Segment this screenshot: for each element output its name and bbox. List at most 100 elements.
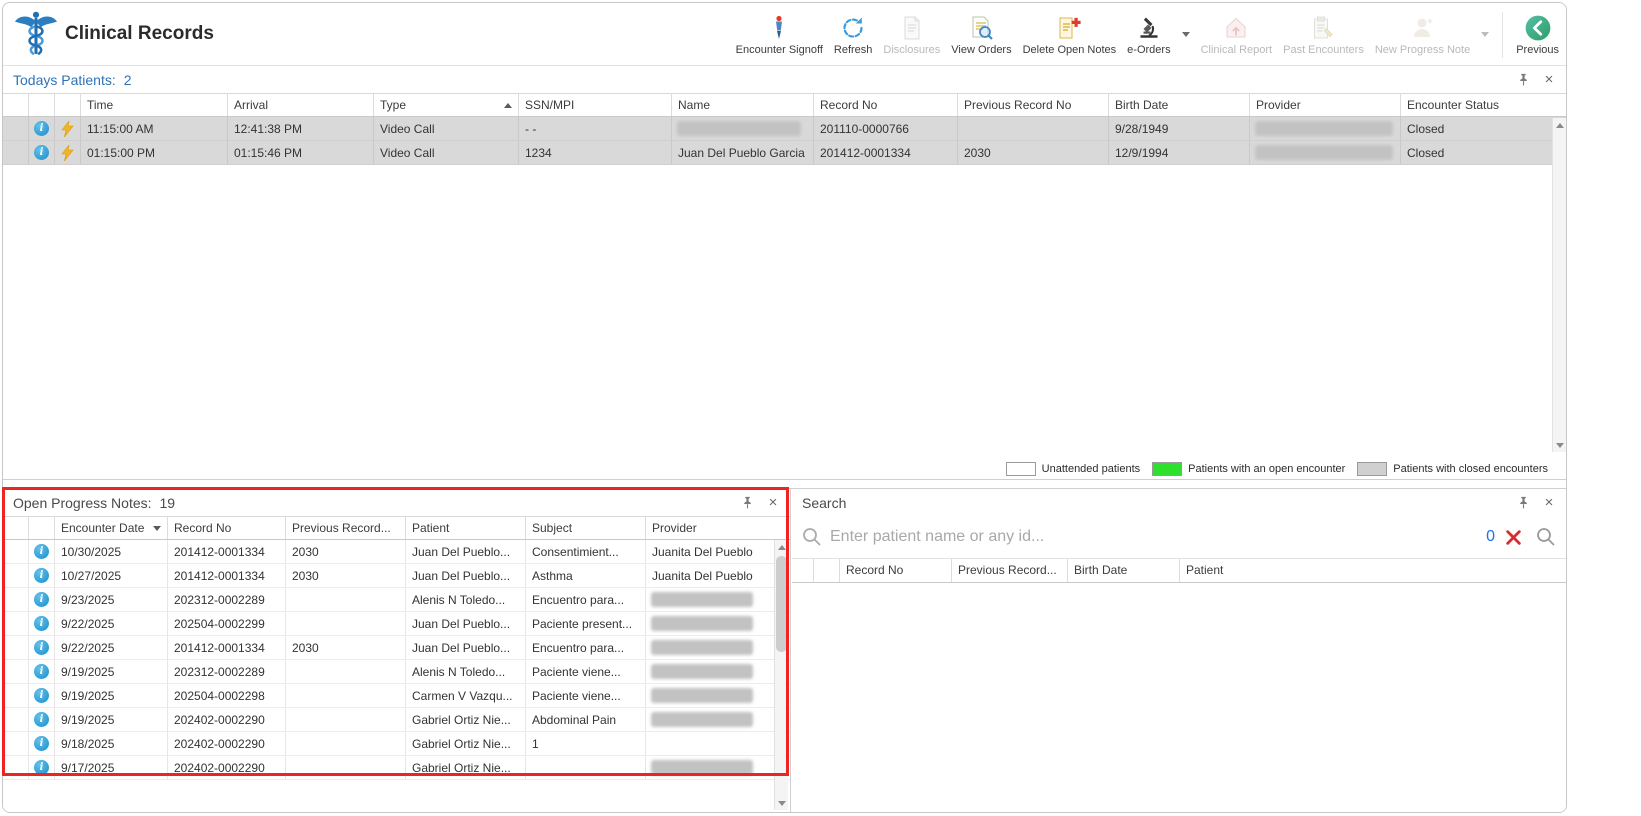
view-orders-button[interactable]: View Orders — [950, 12, 1012, 58]
column-header-record-no[interactable]: Record No — [168, 517, 286, 539]
progress-note-row[interactable]: 9/23/2025 202312-0002289 Alenis N Toledo… — [3, 588, 790, 612]
search-bar: 0 — [792, 516, 1566, 559]
note-info-icon[interactable] — [34, 592, 49, 607]
close-icon[interactable] — [1542, 73, 1556, 87]
column-header-patient[interactable]: Patient — [406, 517, 526, 539]
open-progress-notes-count: 19 — [159, 494, 176, 511]
progress-note-row[interactable]: 9/22/2025 202504-0002299 Juan Del Pueblo… — [3, 612, 790, 636]
pin-icon[interactable] — [1517, 496, 1530, 509]
e-orders-dropdown-caret[interactable] — [1181, 32, 1190, 37]
cell-encounter-date: 9/18/2025 — [55, 732, 168, 755]
cell-patient: Alenis N Toledo... — [406, 588, 526, 611]
clinical-report-button[interactable]: Clinical Report — [1200, 12, 1274, 58]
e-orders-microscope-icon — [1135, 14, 1163, 42]
patient-info-icon[interactable] — [34, 121, 49, 136]
note-info-icon[interactable] — [34, 616, 49, 631]
pin-icon[interactable] — [1517, 73, 1530, 86]
cell-record-no: 202402-0002290 — [168, 732, 286, 755]
e-orders-button[interactable]: e-Orders — [1126, 12, 1171, 58]
patient-search-input[interactable] — [830, 528, 1477, 546]
new-progress-note-button[interactable]: New Progress Note — [1374, 12, 1471, 58]
scroll-down-arrow[interactable] — [775, 796, 788, 810]
patient-row[interactable]: 01:15:00 PM 01:15:46 PM Video Call 1234 … — [3, 141, 1566, 165]
note-info-icon[interactable] — [34, 568, 49, 583]
note-info-icon[interactable] — [34, 736, 49, 751]
cell-provider: Juanita Del Pueblo — [652, 544, 753, 559]
cell-previous-record — [286, 612, 406, 635]
toolbar-label: Delete Open Notes — [1022, 43, 1117, 56]
note-info-icon[interactable] — [34, 760, 49, 775]
column-header-encounter-status[interactable]: Encounter Status — [1401, 94, 1566, 116]
search-panel: Search 0 — [792, 489, 1566, 812]
column-header-indicator — [792, 559, 814, 582]
note-info-icon[interactable] — [34, 664, 49, 679]
column-header-record-no[interactable]: Record No — [840, 559, 952, 582]
column-header-arrival[interactable]: Arrival — [228, 94, 374, 116]
open-progress-notes-panel-header: Open Progress Notes: 19 — [3, 489, 790, 516]
open-progress-notes-scrollbar[interactable] — [774, 540, 788, 810]
cell-record-no: 202402-0002290 — [168, 708, 286, 731]
search-column-headers: Record No Previous Record... Birth Date … — [792, 559, 1566, 583]
column-header-subject[interactable]: Subject — [526, 517, 646, 539]
column-header-birth-date[interactable]: Birth Date — [1109, 94, 1250, 116]
scroll-up-arrow[interactable] — [775, 540, 788, 554]
cell-subject: Consentimient... — [526, 540, 646, 563]
progress-note-row[interactable]: 9/19/2025 202504-0002298 Carmen V Vazqu.… — [3, 684, 790, 708]
new-progress-note-dropdown-caret[interactable] — [1481, 32, 1490, 37]
column-header-encounter-date[interactable]: Encounter Date — [55, 517, 168, 539]
cell-record-no: 202504-0002299 — [168, 612, 286, 635]
column-header-birth-date[interactable]: Birth Date — [1068, 559, 1180, 582]
progress-note-row[interactable]: 9/19/2025 202312-0002289 Alenis N Toledo… — [3, 660, 790, 684]
cell-previous-record — [286, 660, 406, 683]
progress-note-row[interactable]: 9/22/2025 201412-0001334 2030 Juan Del P… — [3, 636, 790, 660]
cell-subject: Paciente viene... — [526, 660, 646, 683]
note-info-icon[interactable] — [34, 544, 49, 559]
patient-info-icon[interactable] — [34, 145, 49, 160]
scrollbar-thumb[interactable] — [776, 556, 787, 652]
column-header-time[interactable]: Time — [81, 94, 228, 116]
note-info-icon[interactable] — [34, 688, 49, 703]
progress-note-row[interactable]: 9/18/2025 202402-0002290 Gabriel Ortiz N… — [3, 732, 790, 756]
column-header-record-no[interactable]: Record No — [814, 94, 958, 116]
cell-ssn-mpi: 1234 — [519, 141, 672, 164]
cell-patient: Gabriel Ortiz Nie... — [406, 708, 526, 731]
note-info-icon[interactable] — [34, 640, 49, 655]
column-header-provider[interactable]: Provider — [646, 517, 790, 539]
progress-note-row[interactable]: 9/17/2025 202402-0002290 Gabriel Ortiz N… — [3, 756, 790, 780]
search-panel-header: Search — [792, 489, 1566, 516]
scroll-up-arrow[interactable] — [1553, 118, 1566, 132]
cell-record-no: 202402-0002290 — [168, 756, 286, 779]
column-header-previous-record-no[interactable]: Previous Record No — [958, 94, 1109, 116]
cell-encounter-date: 9/23/2025 — [55, 588, 168, 611]
search-result-count: 0 — [1486, 528, 1495, 545]
disclosures-button[interactable]: Disclosures — [882, 12, 941, 58]
column-header-previous-record[interactable]: Previous Record... — [286, 517, 406, 539]
progress-note-row[interactable]: 10/27/2025 201412-0001334 2030 Juan Del … — [3, 564, 790, 588]
scroll-down-arrow[interactable] — [1553, 438, 1566, 452]
clear-search-icon[interactable] — [1505, 529, 1522, 546]
patient-row[interactable]: 11:15:00 AM 12:41:38 PM Video Call - - 2… — [3, 117, 1566, 141]
progress-note-row[interactable]: 10/30/2025 201412-0001334 2030 Juan Del … — [3, 540, 790, 564]
delete-open-notes-button[interactable]: Delete Open Notes — [1022, 12, 1118, 58]
previous-button[interactable]: Previous — [1515, 12, 1560, 58]
column-header-name[interactable]: Name — [672, 94, 814, 116]
note-info-icon[interactable] — [34, 712, 49, 727]
close-icon[interactable] — [1542, 496, 1556, 510]
cell-name: Juan Del Pueblo Garcia — [672, 141, 814, 164]
column-header-flag — [55, 94, 81, 116]
column-header-provider[interactable]: Provider — [1250, 94, 1401, 116]
execute-search-icon[interactable] — [1536, 527, 1556, 547]
todays-patients-scrollbar[interactable] — [1552, 118, 1566, 452]
column-header-ssn-mpi[interactable]: SSN/MPI — [519, 94, 672, 116]
close-icon[interactable] — [766, 496, 780, 510]
pin-icon[interactable] — [741, 496, 754, 509]
column-header-type[interactable]: Type — [374, 94, 519, 116]
cell-arrival: 01:15:46 PM — [228, 141, 374, 164]
column-header-patient[interactable]: Patient — [1180, 559, 1566, 582]
column-header-previous-record[interactable]: Previous Record... — [952, 559, 1068, 582]
refresh-button[interactable]: Refresh — [833, 12, 874, 58]
legend-label: Patients with an open encounter — [1188, 463, 1346, 475]
progress-note-row[interactable]: 9/19/2025 202402-0002290 Gabriel Ortiz N… — [3, 708, 790, 732]
encounter-signoff-button[interactable]: Encounter Signoff — [735, 12, 824, 58]
past-encounters-button[interactable]: Past Encounters — [1282, 12, 1365, 58]
